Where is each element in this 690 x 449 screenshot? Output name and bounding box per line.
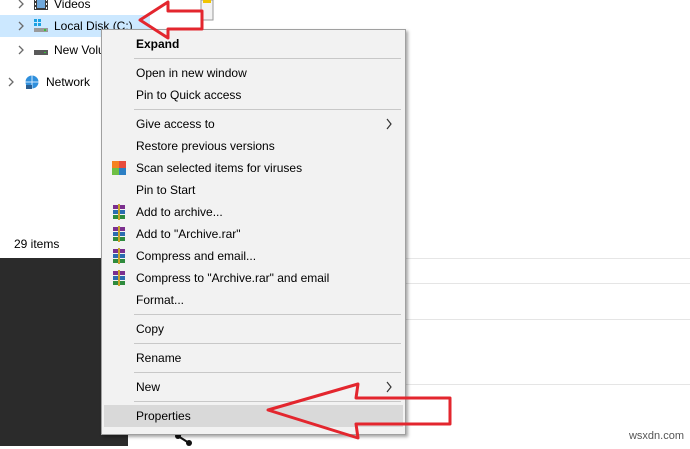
winrar-books-icon — [111, 226, 127, 242]
menu-item-label: Compress and email... — [136, 249, 257, 263]
menu-separator — [134, 372, 401, 373]
menu-item-label: New — [136, 380, 161, 394]
menu-item-compress-email[interactable]: Compress and email... — [104, 245, 403, 267]
tree-item-videos[interactable]: Videos — [0, 0, 170, 15]
menu-item-label: Open in new window — [136, 66, 247, 80]
menu-item-add-archive[interactable]: Add to archive... — [104, 201, 403, 223]
drive-icon — [33, 42, 49, 58]
menu-item-restore-versions[interactable]: Restore previous versions — [104, 135, 403, 157]
tree-item-new-volume[interactable]: New Volu — [0, 39, 105, 61]
winrar-books-icon — [111, 248, 127, 264]
menu-item-label: Rename — [136, 351, 182, 365]
film-icon — [33, 0, 49, 12]
chevron-right-icon[interactable] — [4, 71, 18, 93]
menu-item-expand[interactable]: Expand — [104, 33, 403, 55]
menu-separator — [134, 343, 401, 344]
menu-item-label: Scan selected items for viruses — [136, 161, 303, 175]
menu-item-copy[interactable]: Copy — [104, 318, 403, 340]
tree-item-network[interactable]: Network — [0, 71, 100, 93]
menu-item-label: Give access to — [136, 117, 215, 131]
windows-drive-icon — [33, 18, 49, 34]
tree-label-network: Network — [46, 75, 91, 89]
chevron-right-icon[interactable] — [14, 0, 28, 15]
menu-item-label: Pin to Quick access — [136, 88, 242, 102]
status-bar-item-count: 29 items — [14, 237, 60, 251]
menu-item-add-archive-rar[interactable]: Add to "Archive.rar" — [104, 223, 403, 245]
menu-item-label: Pin to Start — [136, 183, 196, 197]
menu-item-label: Add to "Archive.rar" — [136, 227, 241, 241]
chevron-right-icon — [385, 118, 393, 130]
menu-item-label: Expand — [136, 37, 180, 51]
menu-item-scan-viruses[interactable]: Scan selected items for viruses — [104, 157, 403, 179]
watermark-text: wsxdn.com — [628, 430, 684, 442]
menu-separator — [134, 58, 401, 59]
winrar-books-icon — [111, 270, 127, 286]
menu-item-label: Restore previous versions — [136, 139, 275, 153]
context-menu: Expand Open in new window Pin to Quick a… — [101, 29, 406, 435]
tree-label-videos: Videos — [54, 0, 91, 11]
tree-label-new-volume: New Volu — [54, 43, 105, 57]
menu-item-rename[interactable]: Rename — [104, 347, 403, 369]
menu-item-label: Copy — [136, 322, 165, 336]
menu-item-open-new-window[interactable]: Open in new window — [104, 62, 403, 84]
menu-item-new[interactable]: New — [104, 376, 403, 398]
chevron-right-icon[interactable] — [14, 15, 28, 37]
file-icon — [200, 0, 214, 22]
menu-separator — [134, 401, 401, 402]
menu-item-compress-rar-email[interactable]: Compress to "Archive.rar" and email — [104, 267, 403, 289]
chevron-right-icon[interactable] — [14, 39, 28, 61]
chevron-right-icon — [385, 381, 393, 393]
antivirus-icon — [111, 160, 127, 176]
menu-item-format[interactable]: Format... — [104, 289, 403, 311]
menu-item-label: Format... — [136, 293, 185, 307]
menu-item-pin-quick-access[interactable]: Pin to Quick access — [104, 84, 403, 106]
menu-item-give-access[interactable]: Give access to — [104, 113, 403, 135]
menu-item-label: Properties — [136, 409, 191, 423]
menu-separator — [134, 109, 401, 110]
network-icon — [24, 74, 40, 90]
winrar-books-icon — [111, 204, 127, 220]
menu-separator — [134, 314, 401, 315]
menu-item-properties[interactable]: Properties — [104, 405, 403, 427]
menu-item-pin-start[interactable]: Pin to Start — [104, 179, 403, 201]
menu-item-label: Compress to "Archive.rar" and email — [136, 271, 330, 285]
menu-item-label: Add to archive... — [136, 205, 223, 219]
